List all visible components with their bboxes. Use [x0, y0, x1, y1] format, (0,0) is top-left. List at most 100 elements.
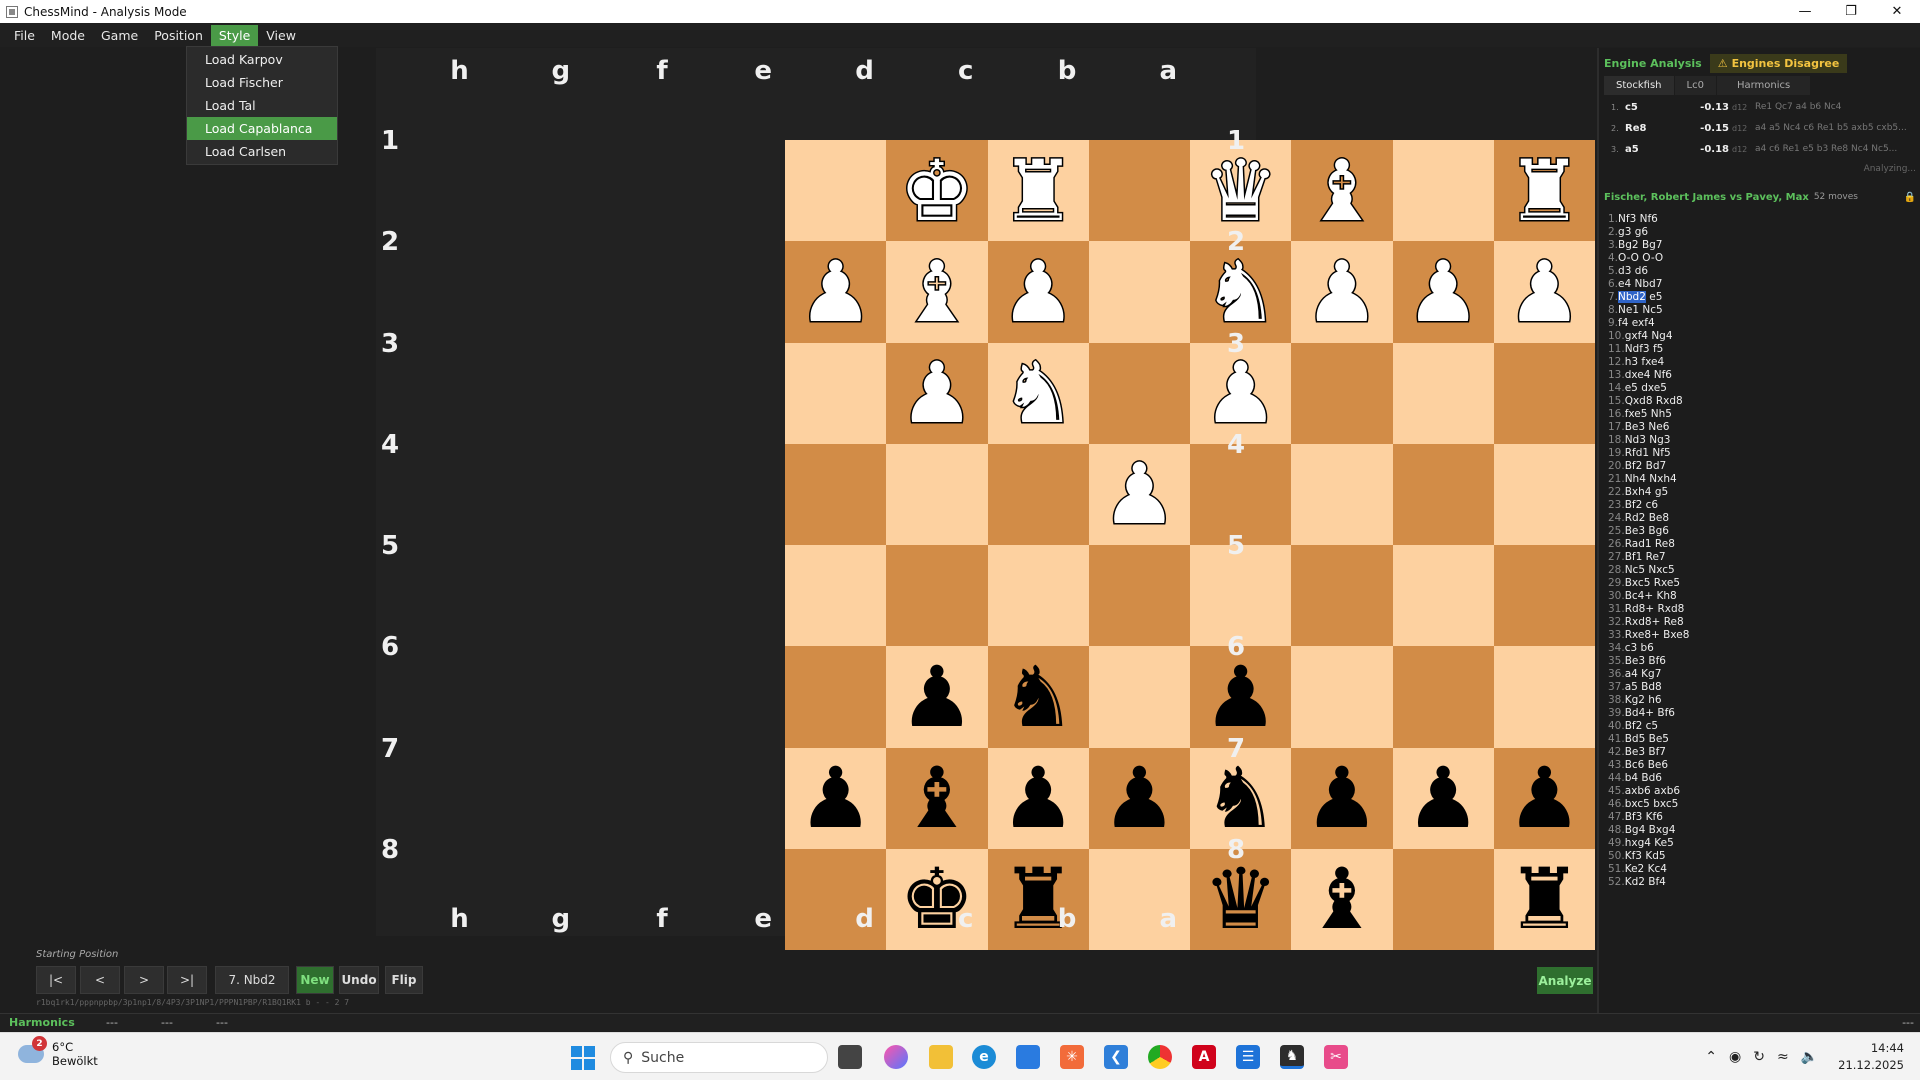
- move-row[interactable]: 27.Bf1 Re7: [1608, 551, 1689, 564]
- menu-game[interactable]: Game: [93, 25, 146, 46]
- white-move[interactable]: Rad1: [1625, 538, 1652, 550]
- square-h7[interactable]: ♟: [785, 747, 887, 849]
- move-row[interactable]: 7.Nbd2 e5: [1608, 291, 1689, 304]
- black-move[interactable]: b6: [1641, 642, 1654, 654]
- move-row[interactable]: 8.Ne1 Nc5: [1608, 304, 1689, 317]
- square-h5[interactable]: [785, 545, 887, 647]
- tab-harmonics[interactable]: Harmonics: [1716, 76, 1812, 95]
- black-move[interactable]: Re8: [1664, 616, 1684, 628]
- menu-position[interactable]: Position: [146, 25, 211, 46]
- square-g1[interactable]: ♚: [886, 140, 988, 242]
- copilot-icon[interactable]: [884, 1045, 908, 1069]
- square-h3[interactable]: [785, 342, 887, 444]
- white-move[interactable]: bxc5: [1625, 798, 1650, 810]
- speaker-icon[interactable]: 🔈: [1801, 1049, 1818, 1065]
- square-g5[interactable]: [886, 545, 988, 647]
- undo-button[interactable]: Undo: [339, 966, 379, 994]
- white-rook-icon[interactable]: ♜: [999, 147, 1077, 234]
- black-move[interactable]: Bd8: [1641, 681, 1662, 693]
- white-move[interactable]: Nf3: [1618, 213, 1636, 225]
- minimize-button[interactable]: —: [1782, 0, 1828, 23]
- square-h4[interactable]: [785, 443, 887, 545]
- menu-item-load-karpov[interactable]: Load Karpov: [187, 48, 337, 71]
- black-move[interactable]: Rxd8: [1656, 395, 1683, 407]
- black-move[interactable]: Nxc5: [1648, 564, 1674, 576]
- square-a4[interactable]: [1493, 443, 1595, 545]
- square-e3[interactable]: [1088, 342, 1190, 444]
- white-move[interactable]: gxf4: [1625, 330, 1648, 342]
- square-f1[interactable]: ♜: [987, 140, 1089, 242]
- move-row[interactable]: 32.Rxd8+ Re8: [1608, 616, 1689, 629]
- move-row[interactable]: 29.Bxc5 Rxe5: [1608, 577, 1689, 590]
- black-move[interactable]: Ng4: [1651, 330, 1672, 342]
- square-c6[interactable]: [1291, 646, 1393, 748]
- move-row[interactable]: 21.Nh4 Nxh4: [1608, 473, 1689, 486]
- menu-file[interactable]: File: [6, 25, 43, 46]
- move-row[interactable]: 48.Bg4 Bxg4: [1608, 824, 1689, 837]
- white-move[interactable]: Nbd2: [1618, 291, 1646, 303]
- square-f8[interactable]: ♜: [987, 848, 1089, 950]
- move-row[interactable]: 51.Ke2 Kc4: [1608, 863, 1689, 876]
- white-move[interactable]: Be3: [1625, 655, 1645, 667]
- black-move[interactable]: Bf4: [1648, 876, 1666, 888]
- white-move[interactable]: b4: [1625, 772, 1638, 784]
- move-row[interactable]: 40.Bf2 c5: [1608, 720, 1689, 733]
- square-h8[interactable]: [785, 848, 887, 950]
- square-e7[interactable]: ♟: [1088, 747, 1190, 849]
- white-move[interactable]: Bc6: [1625, 759, 1645, 771]
- black-move[interactable]: Ne6: [1648, 421, 1669, 433]
- chrome-icon[interactable]: [1148, 1045, 1172, 1069]
- square-a2[interactable]: ♟: [1493, 241, 1595, 343]
- move-row[interactable]: 49.hxg4 Ke5: [1608, 837, 1689, 850]
- square-h1[interactable]: [785, 140, 887, 242]
- black-move[interactable]: Ng3: [1649, 434, 1670, 446]
- white-move[interactable]: Bxc5: [1625, 577, 1651, 589]
- white-knight-icon[interactable]: ♞: [1201, 248, 1279, 335]
- black-pawn-icon[interactable]: ♟: [798, 756, 873, 840]
- square-c2[interactable]: ♟: [1291, 241, 1393, 343]
- square-b2[interactable]: ♟: [1392, 241, 1494, 343]
- move-row[interactable]: 2.g3 g6: [1608, 226, 1689, 239]
- move-row[interactable]: 24.Rd2 Be8: [1608, 512, 1689, 525]
- white-move[interactable]: Ne1: [1618, 304, 1639, 316]
- white-move[interactable]: e5: [1625, 382, 1638, 394]
- black-move[interactable]: Bxe8: [1663, 629, 1689, 641]
- black-move[interactable]: Nf5: [1652, 447, 1670, 459]
- square-b1[interactable]: [1392, 140, 1494, 242]
- flip-board-button[interactable]: Flip: [385, 966, 423, 994]
- move-row[interactable]: 11.Ndf3 f5: [1608, 343, 1689, 356]
- sync-icon[interactable]: ↻: [1753, 1049, 1765, 1065]
- white-pawn-icon[interactable]: ♟: [1303, 248, 1381, 335]
- black-move[interactable]: bxc5: [1653, 798, 1678, 810]
- square-b5[interactable]: [1392, 545, 1494, 647]
- black-move[interactable]: c5: [1646, 720, 1658, 732]
- square-h6[interactable]: [785, 646, 887, 748]
- black-pawn-icon[interactable]: ♟: [1203, 655, 1278, 739]
- black-pawn-icon[interactable]: ♟: [1000, 756, 1075, 840]
- white-move[interactable]: hxg4: [1625, 837, 1651, 849]
- move-row[interactable]: 38.Kg2 h6: [1608, 694, 1689, 707]
- weather-widget[interactable]: 2 6°C Bewölkt: [18, 1036, 98, 1068]
- square-f7[interactable]: ♟: [987, 747, 1089, 849]
- black-move[interactable]: dxe5: [1641, 382, 1667, 394]
- square-b8[interactable]: [1392, 848, 1494, 950]
- move-row[interactable]: 26.Rad1 Re8: [1608, 538, 1689, 551]
- white-queen-icon[interactable]: ♛: [1201, 147, 1279, 234]
- taskbar-search[interactable]: ⚲ Suche: [610, 1042, 828, 1073]
- white-move[interactable]: d3: [1618, 265, 1631, 277]
- white-move[interactable]: dxe4: [1625, 369, 1651, 381]
- white-move[interactable]: Bf2: [1625, 499, 1643, 511]
- white-move[interactable]: a4: [1625, 668, 1638, 680]
- store-icon[interactable]: [1016, 1045, 1040, 1069]
- black-pawn-icon[interactable]: ♟: [1507, 756, 1582, 840]
- black-move[interactable]: Kf6: [1646, 811, 1663, 823]
- square-a6[interactable]: [1493, 646, 1595, 748]
- menu-view[interactable]: View: [258, 25, 304, 46]
- square-g6[interactable]: ♟: [886, 646, 988, 748]
- square-c8[interactable]: ♝: [1291, 848, 1393, 950]
- move-row[interactable]: 22.Bxh4 g5: [1608, 486, 1689, 499]
- white-move[interactable]: e4: [1618, 278, 1631, 290]
- white-move[interactable]: Nc5: [1625, 564, 1645, 576]
- black-rook-icon[interactable]: ♜: [1507, 857, 1582, 941]
- move-row[interactable]: 16.fxe5 Nh5: [1608, 408, 1689, 421]
